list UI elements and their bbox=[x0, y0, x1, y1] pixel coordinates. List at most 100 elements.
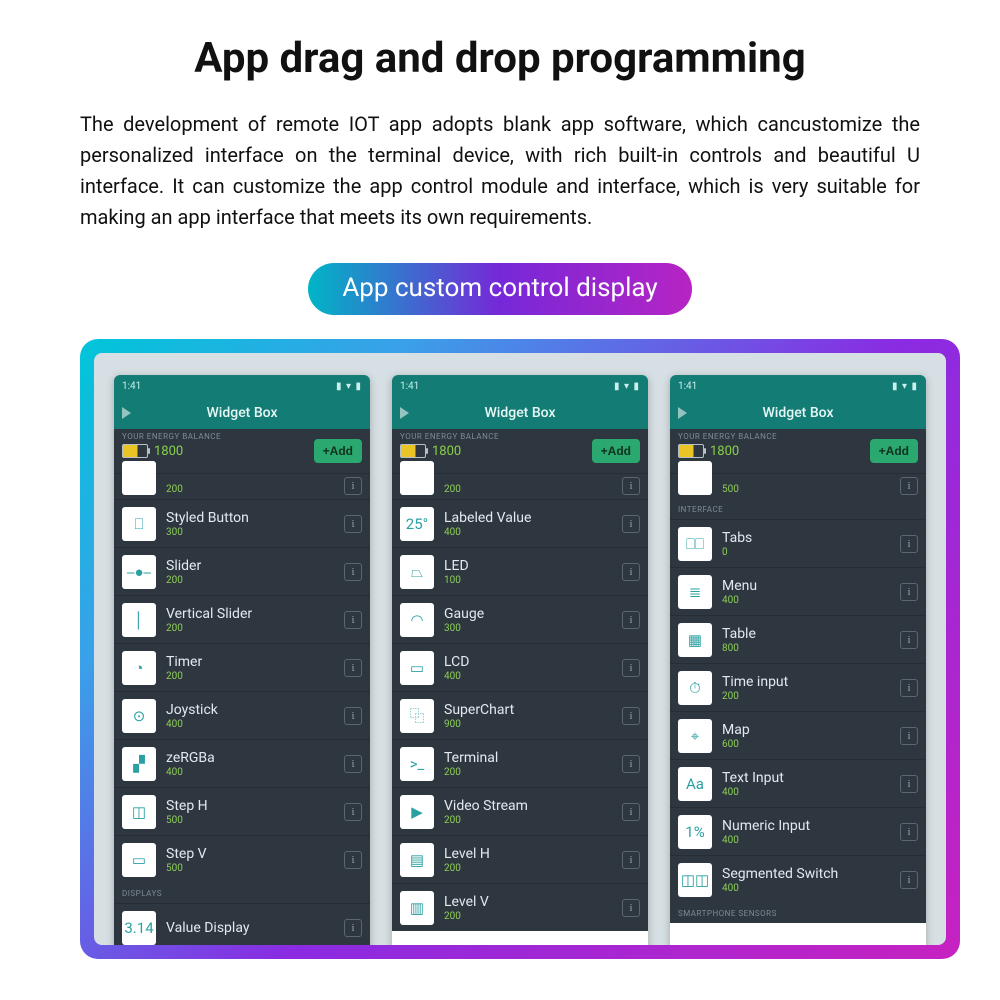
widget-cost: 600 bbox=[722, 739, 900, 750]
widget-row[interactable]: ◠Gauge300i bbox=[392, 595, 648, 643]
info-icon[interactable]: i bbox=[622, 515, 640, 533]
widget-row[interactable]: ▭LCD400i bbox=[392, 643, 648, 691]
widget-row[interactable]: 1%Numeric Input400i bbox=[670, 807, 926, 855]
widget-glyph-icon: │ bbox=[134, 611, 143, 629]
info-icon[interactable]: i bbox=[900, 823, 918, 841]
widget-glyph-icon: ⎯●⎯ bbox=[127, 563, 151, 581]
info-icon[interactable]: i bbox=[622, 803, 640, 821]
widget-row[interactable]: ≣Menu400i bbox=[670, 567, 926, 615]
app-bar-title: Widget Box bbox=[114, 405, 370, 421]
widget-title: Video Stream bbox=[444, 798, 622, 814]
widget-row[interactable]: ⏢LED100i bbox=[392, 547, 648, 595]
info-icon[interactable]: i bbox=[900, 871, 918, 889]
battery-icon bbox=[400, 444, 426, 458]
widget-row[interactable]: ⌖Map600i bbox=[670, 711, 926, 759]
info-icon[interactable]: i bbox=[900, 583, 918, 601]
widget-row[interactable]: ⊙Joystick400i bbox=[114, 691, 370, 739]
widget-row[interactable]: ⏱Time input200i bbox=[670, 663, 926, 711]
info-icon[interactable]: i bbox=[900, 535, 918, 553]
widget-row-partial[interactable]: 500i bbox=[670, 473, 926, 499]
widget-cost: 300 bbox=[166, 527, 344, 538]
widget-row[interactable]: ⎕Styled Button300i bbox=[114, 499, 370, 547]
add-button[interactable]: +Add bbox=[314, 439, 362, 463]
widget-cost: 0 bbox=[722, 547, 900, 558]
battery-icon bbox=[122, 444, 148, 458]
widget-title: zeRGBa bbox=[166, 750, 344, 766]
phone-screen: 1:41▮ ▾ ▮Widget BoxYOUR ENERGY BALANCE18… bbox=[392, 375, 648, 945]
widget-title: Terminal bbox=[444, 750, 622, 766]
widget-row[interactable]: ▞zeRGBa400i bbox=[114, 739, 370, 787]
widget-row[interactable]: ▦Table800i bbox=[670, 615, 926, 663]
info-icon[interactable]: i bbox=[344, 707, 362, 725]
widget-row[interactable]: >_Terminal200i bbox=[392, 739, 648, 787]
widget-thumb: ◫ bbox=[122, 795, 156, 829]
widget-thumb: ▭ bbox=[400, 651, 434, 685]
phone-screen: 1:41▮ ▾ ▮Widget BoxYOUR ENERGY BALANCE18… bbox=[114, 375, 370, 945]
widget-row[interactable]: ▶Video Stream200i bbox=[392, 787, 648, 835]
info-icon[interactable]: i bbox=[344, 659, 362, 677]
info-icon[interactable]: i bbox=[344, 851, 362, 869]
info-icon[interactable]: i bbox=[622, 611, 640, 629]
info-icon[interactable]: i bbox=[622, 899, 640, 917]
info-icon[interactable]: i bbox=[622, 707, 640, 725]
widget-row-partial[interactable]: 200i bbox=[392, 473, 648, 499]
info-icon[interactable]: i bbox=[900, 727, 918, 745]
description: The development of remote IOT app adopts… bbox=[80, 109, 920, 233]
info-icon[interactable]: i bbox=[622, 477, 640, 495]
widget-cost: 200 bbox=[722, 691, 900, 702]
app-bar: Widget Box bbox=[670, 397, 926, 429]
info-icon[interactable]: i bbox=[344, 563, 362, 581]
add-button[interactable]: +Add bbox=[592, 439, 640, 463]
widget-row-partial[interactable]: 200i bbox=[114, 473, 370, 499]
info-icon[interactable]: i bbox=[622, 563, 640, 581]
widget-row[interactable]: ▥Level V200i bbox=[392, 883, 648, 931]
widget-row[interactable]: ⎕⎕Tabs0i bbox=[670, 519, 926, 567]
widget-title: Tabs bbox=[722, 530, 900, 546]
widget-title: Segmented Switch bbox=[722, 866, 900, 882]
status-time: 1:41 bbox=[122, 381, 141, 392]
battery-icon bbox=[678, 444, 704, 458]
info-icon[interactable]: i bbox=[622, 755, 640, 773]
widget-glyph-icon: 25° bbox=[406, 515, 428, 533]
widget-thumb: ⏢ bbox=[400, 555, 434, 589]
widget-glyph-icon: ⎕ bbox=[134, 515, 143, 533]
widget-row[interactable]: 3.14Value Displayi bbox=[114, 903, 370, 945]
add-button[interactable]: +Add bbox=[870, 439, 918, 463]
widget-thumb: ▤ bbox=[400, 843, 434, 877]
widget-row[interactable]: ⎯●⎯Slider200i bbox=[114, 547, 370, 595]
info-icon[interactable]: i bbox=[900, 775, 918, 793]
info-icon[interactable]: i bbox=[344, 919, 362, 937]
widget-thumb: ▭ bbox=[122, 843, 156, 877]
widget-row[interactable]: ▭Step V500i bbox=[114, 835, 370, 883]
widget-thumb: ▥ bbox=[400, 891, 434, 925]
info-icon[interactable]: i bbox=[900, 631, 918, 649]
widget-thumb: ▦ bbox=[678, 623, 712, 657]
widget-row[interactable]: │Vertical Slider200i bbox=[114, 595, 370, 643]
info-icon[interactable]: i bbox=[344, 515, 362, 533]
info-icon[interactable]: i bbox=[622, 659, 640, 677]
info-icon[interactable]: i bbox=[344, 477, 362, 495]
widget-row[interactable]: ◫Step H500i bbox=[114, 787, 370, 835]
widget-row[interactable]: ⿻SuperChart900i bbox=[392, 691, 648, 739]
info-icon[interactable]: i bbox=[344, 611, 362, 629]
widget-cost: 200 bbox=[444, 863, 622, 874]
info-icon[interactable]: i bbox=[344, 755, 362, 773]
info-icon[interactable]: i bbox=[900, 679, 918, 697]
section-label: DISPLAYS bbox=[114, 883, 370, 903]
widget-cost: 400 bbox=[722, 835, 900, 846]
widget-glyph-icon: ≣ bbox=[689, 583, 702, 601]
info-icon[interactable]: i bbox=[900, 477, 918, 495]
widget-row[interactable]: ▤Level H200i bbox=[392, 835, 648, 883]
widget-glyph-icon: ▭ bbox=[410, 659, 424, 677]
widget-row[interactable]: ◔Timer200i bbox=[114, 643, 370, 691]
energy-value: 1800 bbox=[432, 444, 461, 459]
widget-row[interactable]: AaText Input400i bbox=[670, 759, 926, 807]
widget-row[interactable]: 25°Labeled Value400i bbox=[392, 499, 648, 547]
widget-row[interactable]: ◫◫Segmented Switch400i bbox=[670, 855, 926, 903]
info-icon[interactable]: i bbox=[622, 851, 640, 869]
widget-glyph-icon: ▦ bbox=[688, 631, 702, 649]
widget-glyph-icon: ⿻ bbox=[409, 705, 424, 726]
info-icon[interactable]: i bbox=[344, 803, 362, 821]
widget-title: Slider bbox=[166, 558, 344, 574]
widget-title: Table bbox=[722, 626, 900, 642]
